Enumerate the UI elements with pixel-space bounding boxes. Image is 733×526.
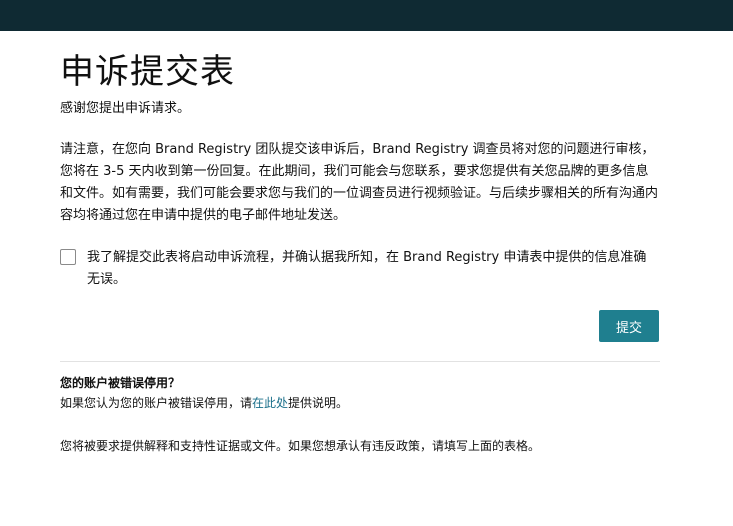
account-disabled-desc-after: 提供说明。 xyxy=(288,396,349,410)
account-disabled-desc-before: 如果您认为您的账户被错误停用，请 xyxy=(60,396,253,410)
top-navigation-bar xyxy=(0,0,733,31)
submit-row: 提交 xyxy=(60,310,660,342)
appeal-form-container: 申诉提交表 感谢您提出申诉请求。 请注意，在您向 Brand Registry … xyxy=(60,31,660,456)
explanation-link[interactable]: 在此处 xyxy=(252,396,288,410)
appeal-notice: 请注意，在您向 Brand Registry 团队提交该申诉后，Brand Re… xyxy=(60,142,659,223)
footer-note: 您将被要求提供解释和支持性证据或文件。如果您想承认有违反政策，请填写上面的表格。 xyxy=(60,439,541,453)
section-divider xyxy=(60,361,660,362)
acknowledgement-checkbox[interactable] xyxy=(60,249,76,265)
account-disabled-heading: 您的账户被错误停用？ xyxy=(60,376,181,390)
acknowledgement-label: 我了解提交此表将启动申诉流程，并确认据我所知，在 Brand Registry … xyxy=(87,250,647,287)
page-title: 申诉提交表 xyxy=(60,52,235,92)
thanks-message: 感谢您提出申诉请求。 xyxy=(60,101,191,116)
account-disabled-description: 如果您认为您的账户被错误停用，请在此处提供说明。 xyxy=(60,393,660,413)
submit-button[interactable]: 提交 xyxy=(599,310,659,342)
acknowledgement-row: 我了解提交此表将启动申诉流程，并确认据我所知，在 Brand Registry … xyxy=(60,247,660,291)
